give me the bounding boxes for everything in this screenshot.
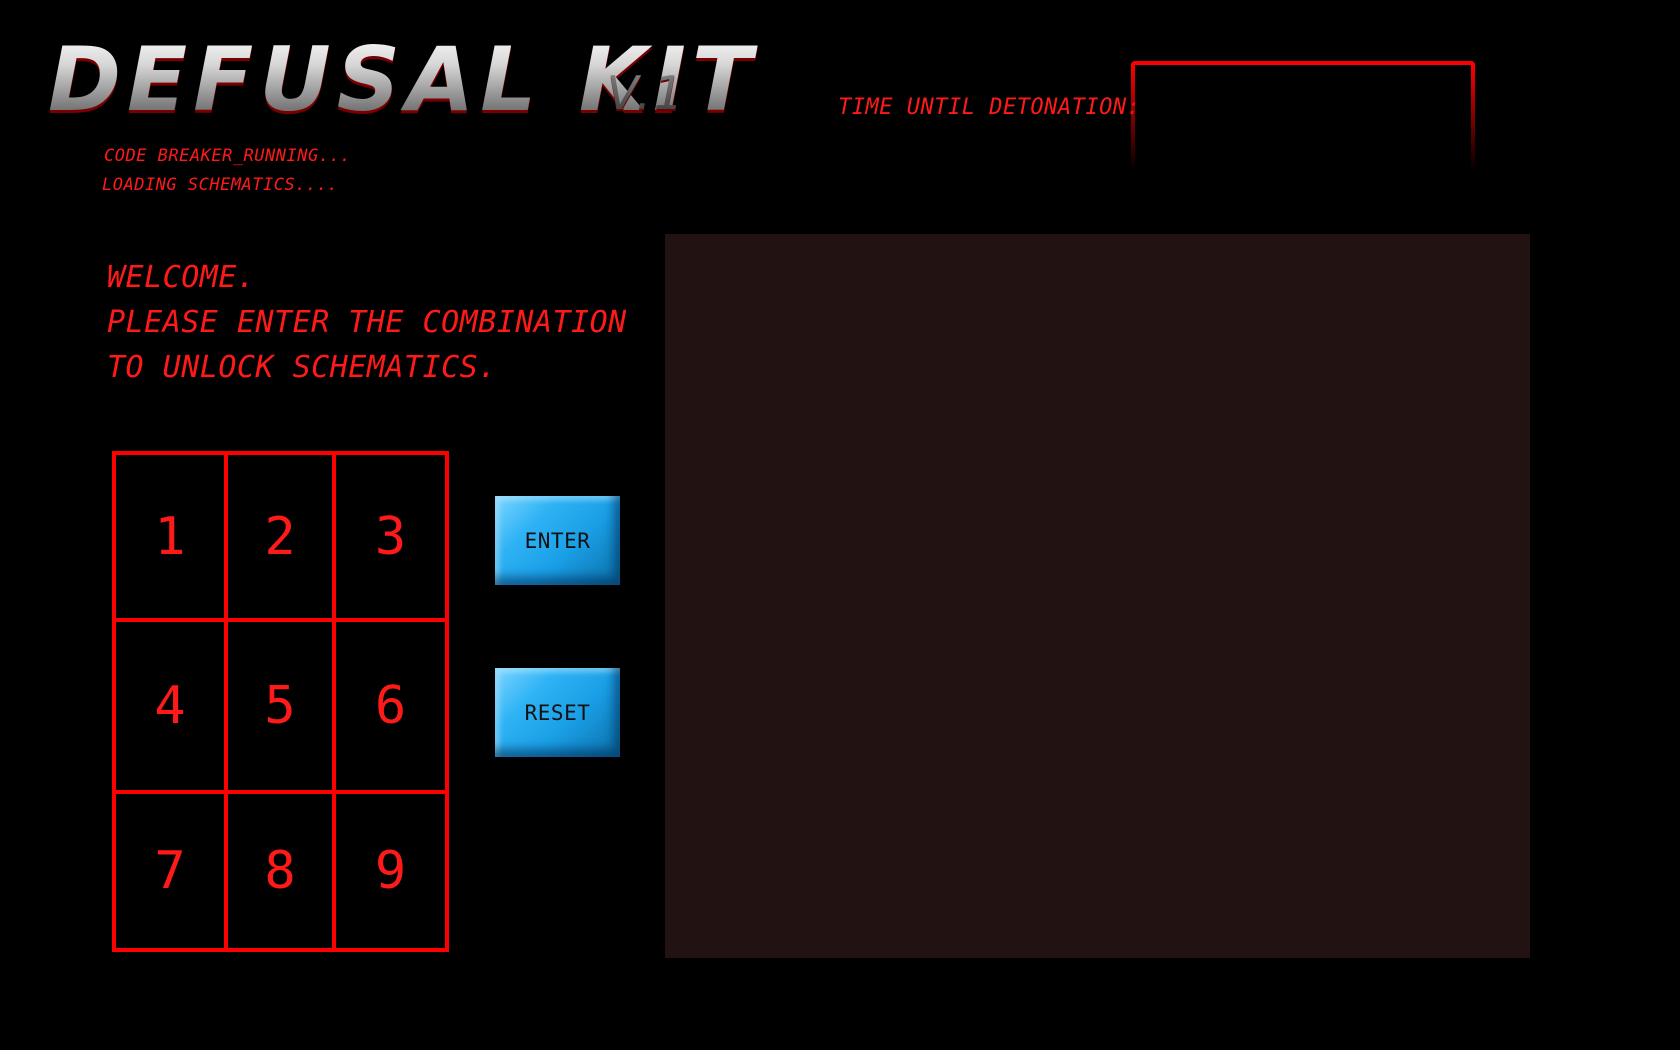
keypad-key-1[interactable]: 1 [116,455,228,622]
defusal-kit-app: DEFUSAL KIT V.1 CODE BREAKER_RUNNING... … [0,0,1680,1050]
welcome-line: TO UNLOCK SCHEMATICS. [107,350,497,385]
keypad-key-3[interactable]: 3 [336,455,445,622]
keypad-key-6[interactable]: 6 [336,622,445,794]
keypad-key-8[interactable]: 8 [228,794,336,948]
welcome-line: WELCOME. [107,260,256,295]
keypad: 1 2 3 4 5 6 7 8 9 [112,451,449,952]
keypad-key-5[interactable]: 5 [228,622,336,794]
schematics-panel [665,234,1530,958]
keypad-key-7[interactable]: 7 [116,794,228,948]
status-line-loading: LOADING SCHEMATICS.... [102,175,339,195]
reset-button[interactable]: RESET [495,668,620,757]
keypad-key-2[interactable]: 2 [228,455,336,622]
welcome-message: WELCOME. PLEASE ENTER THE COMBINATION TO… [107,255,627,390]
enter-button[interactable]: ENTER [495,496,620,585]
status-line-code-breaker: CODE BREAKER_RUNNING... [104,146,351,166]
version-label: V.1 [607,66,687,120]
countdown-timer [1131,61,1475,171]
timer-label: TIME UNTIL DETONATION: [838,95,1141,120]
keypad-key-4[interactable]: 4 [116,622,228,794]
keypad-key-9[interactable]: 9 [336,794,445,948]
welcome-line: PLEASE ENTER THE COMBINATION [107,305,627,340]
